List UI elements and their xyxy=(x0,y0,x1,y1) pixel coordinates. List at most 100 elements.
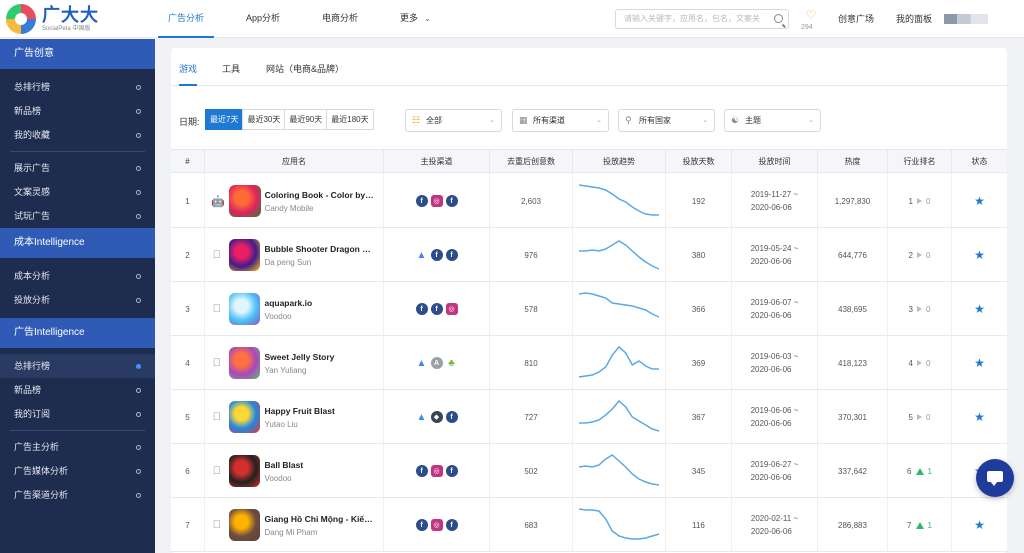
app-icon[interactable] xyxy=(228,455,261,487)
col-heat[interactable]: 热度 xyxy=(818,150,888,174)
sidebar-item-ad-top-chart[interactable]: 总排行榜 xyxy=(0,354,155,378)
theme-select[interactable]: ☯ 主题 ⌄ xyxy=(724,109,821,132)
facebook-icon: f xyxy=(415,195,428,207)
instagram-icon: ◎ xyxy=(430,465,443,477)
nav-ecommerce-analysis[interactable]: 电商分析 xyxy=(312,0,368,38)
star-icon[interactable]: ★ xyxy=(974,410,985,424)
sidebar-item-advertiser-analysis[interactable]: 广告主分析 xyxy=(0,435,155,459)
app-developer[interactable]: Yan Yuliang xyxy=(264,366,383,375)
search-input[interactable]: 请输入关键字，应用名，包名，文案关 xyxy=(615,9,789,29)
nav-more[interactable]: 更多 ⌄ xyxy=(390,0,441,38)
app-name[interactable]: Giang Hồ Chi Mộng - Kiế… xyxy=(264,514,383,524)
app-developer[interactable]: Voodoo xyxy=(264,474,383,483)
table-row[interactable]: 4Sweet Jelly StoryYan Yuliang▲A♣8103692… xyxy=(171,336,1007,390)
chat-icon[interactable] xyxy=(976,459,1014,497)
sidebar-item-playable-ads[interactable]: 试玩广告 xyxy=(0,204,155,228)
app-cell[interactable]:  Giang Hồ Chi Mộng - Kiế… Dang Mi Pham xyxy=(205,498,384,552)
sidebar-section-ad-creative[interactable]: 广告创意 xyxy=(0,39,155,69)
sidebar-item-subscriptions[interactable]: 我的订阅 xyxy=(0,402,155,426)
sidebar-item-media-analysis[interactable]: 广告媒体分析 xyxy=(0,459,155,483)
app-developer[interactable]: Dang Mi Pham xyxy=(264,528,383,537)
app-cell[interactable]: 🤖 Coloring Book - Color by… Candy Mobile xyxy=(205,174,384,228)
tab-tools[interactable]: 工具 xyxy=(222,48,240,86)
date-end: 2020-06-06 xyxy=(750,527,792,536)
sidebar-item-favorites[interactable]: 我的收藏 xyxy=(0,123,155,147)
date-30-days-button[interactable]: 最近30天 xyxy=(242,109,286,130)
app-cell[interactable]:  aquapark.io Voodoo xyxy=(205,282,384,336)
search-icon[interactable] xyxy=(774,14,783,23)
star-icon[interactable]: ★ xyxy=(974,194,985,208)
app-developer[interactable]: Yutao Liu xyxy=(264,420,383,429)
sidebar-item-cost-analysis[interactable]: 成本分析 xyxy=(0,264,155,288)
app-cell[interactable]:  Sweet Jelly Story Yan Yuliang xyxy=(205,336,384,390)
table-row[interactable]: 6Ball BlastVoodoof◎f5023452019-06-27 ~2… xyxy=(171,444,1007,498)
sidebar-item-new-chart[interactable]: 新品榜 xyxy=(0,99,155,123)
channel-select[interactable]: ▦ 所有渠道 ⌄ xyxy=(512,109,609,132)
nav-ad-analysis[interactable]: 广告分析 xyxy=(158,0,215,38)
app-developer[interactable]: Da peng Sun xyxy=(264,258,383,267)
app-icon[interactable] xyxy=(228,509,261,541)
table-row[interactable]: 3aquapark.ioVoodooff◎5783662019-06-07 ~… xyxy=(171,282,1007,336)
table-row[interactable]: 5Happy Fruit BlastYutao Liu▲◆f727367201… xyxy=(171,390,1007,444)
sidebar-section-cost-intelligence[interactable]: 成本Intelligence xyxy=(0,228,155,258)
my-board-link[interactable]: 我的面板 xyxy=(896,12,932,25)
date-180-days-button[interactable]: 最近180天 xyxy=(326,109,374,130)
sidebar-item-copy-inspiration[interactable]: 文案灵感 xyxy=(0,180,155,204)
nav-app-analysis[interactable]: App分析 xyxy=(236,0,290,38)
sidebar-item-top-chart[interactable]: 总排行榜 xyxy=(0,75,155,99)
star-icon[interactable]: ★ xyxy=(974,356,985,370)
circle-icon xyxy=(136,411,141,417)
sidebar-item-channel-analysis[interactable]: 广告渠道分析 xyxy=(0,483,155,507)
col-creatives[interactable]: 去重后创意数 xyxy=(490,150,573,174)
circle-icon xyxy=(136,273,141,279)
app-name[interactable]: Sweet Jelly Story xyxy=(264,352,383,362)
rank-value: 2 xyxy=(908,250,913,260)
app-developer[interactable]: Voodoo xyxy=(264,312,383,321)
table-row[interactable]: 2Bubble Shooter Dragon …Da peng Sun▲ff9… xyxy=(171,228,1007,282)
app-name[interactable]: Ball Blast xyxy=(264,460,383,470)
chevron-down-icon: ⌄ xyxy=(424,14,431,23)
sidebar-item-display-ads[interactable]: 展示广告 xyxy=(0,156,155,180)
star-icon[interactable]: ★ xyxy=(974,248,985,262)
country-select[interactable]: ⚲ 所有国家 ⌄ xyxy=(618,109,715,132)
sidebar: 广告创意 总排行榜 新品榜 我的收藏 展示广告 文案灵感 试玩广告 成本Inte… xyxy=(0,39,155,553)
grid-icon: ▦ xyxy=(519,115,528,125)
sidebar-section-ad-intelligence[interactable]: 广告Intelligence xyxy=(0,318,155,348)
creative-plaza-link[interactable]: 创意广场 xyxy=(838,12,874,25)
tab-games[interactable]: 游戏 xyxy=(179,48,198,86)
app-icon[interactable] xyxy=(229,185,261,217)
app-developer[interactable]: Candy Mobile xyxy=(265,204,383,213)
logo[interactable]: 广大大 SocialPeta 中国版 xyxy=(6,3,146,35)
heart-icon[interactable]: ♡ xyxy=(803,9,819,21)
col-date-range[interactable]: 投放时间 xyxy=(732,150,818,174)
app-icon[interactable] xyxy=(228,239,261,271)
app-icon[interactable] xyxy=(228,347,261,379)
star-icon[interactable]: ★ xyxy=(974,302,985,316)
date-end: 2020-06-06 xyxy=(750,419,792,428)
star-icon[interactable]: ★ xyxy=(974,518,985,532)
date-7-days-button[interactable]: 最近7天 xyxy=(205,109,244,130)
app-cell[interactable]:  Bubble Shooter Dragon … Da peng Sun xyxy=(205,228,384,282)
facebook-icon: f xyxy=(415,465,428,477)
rank-change: 0 xyxy=(926,196,931,206)
date-90-days-button[interactable]: 最近90天 xyxy=(284,109,328,130)
heat-value: 1,297,830 xyxy=(818,174,888,228)
app-name[interactable]: aquapark.io xyxy=(264,298,383,308)
table-row[interactable]: 1 🤖 Coloring Book - Color by… Candy Mobile f… xyxy=(171,174,1007,228)
app-name[interactable]: Happy Fruit Blast xyxy=(264,406,383,416)
table-row[interactable]: 7Giang Hồ Chi Mộng - Kiế…Dang Mi Phamf◎… xyxy=(171,498,1007,552)
tab-websites[interactable]: 网站（电商&品牌） xyxy=(266,48,344,86)
trend-line xyxy=(578,345,659,378)
sidebar-item-placement-analysis[interactable]: 投放分析 xyxy=(0,288,155,312)
app-name[interactable]: Bubble Shooter Dragon … xyxy=(264,244,383,254)
app-name[interactable]: Coloring Book - Color by… xyxy=(265,190,383,200)
app-icon[interactable] xyxy=(228,401,261,433)
app-cell[interactable]:  Happy Fruit Blast Yutao Liu xyxy=(205,390,384,444)
circle-icon xyxy=(136,165,141,171)
app-icon[interactable] xyxy=(228,293,261,325)
game-type-select[interactable]: ☷ 全部 ⌄ xyxy=(405,109,502,132)
col-days[interactable]: 投放天数 xyxy=(666,150,732,174)
sidebar-item-ad-new-chart[interactable]: 新品榜 xyxy=(0,378,155,402)
app-cell[interactable]:  Ball Blast Voodoo xyxy=(205,444,384,498)
user-avatar[interactable] xyxy=(944,14,988,24)
